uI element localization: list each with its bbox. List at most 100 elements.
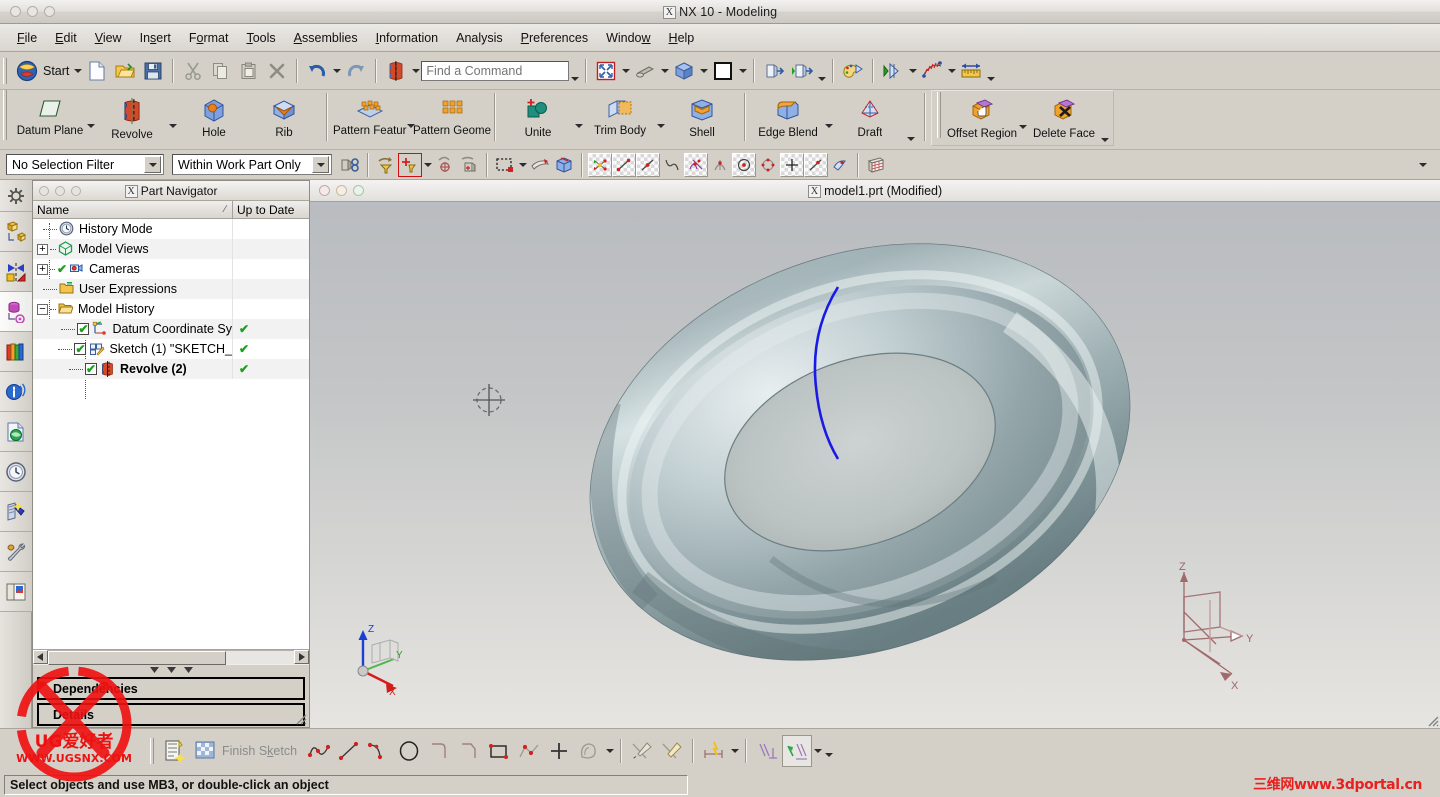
menu-format[interactable]: Format [180,28,238,48]
feature-checkbox[interactable]: ✔ [77,323,90,335]
snap-quadrant-icon[interactable] [756,153,780,177]
menu-preferences[interactable]: Preferences [512,28,597,48]
show-constraints-caret-icon[interactable] [812,737,823,765]
panel-resize-grip[interactable] [293,711,307,725]
show-hide-group-caret-icon[interactable] [816,57,827,85]
rectangle-selection-caret-icon[interactable] [517,153,528,177]
reuse-library-tab[interactable] [0,332,32,372]
menu-information[interactable]: Information [367,28,448,48]
rectangle-selection-icon[interactable] [493,153,517,177]
fillet-button[interactable] [424,735,454,767]
constraint-navigator-tab[interactable] [0,252,32,292]
show-constraints-button[interactable] [782,734,813,767]
trim-body-button[interactable]: Trim Body [585,91,655,147]
shell-button[interactable]: Shell [667,91,737,147]
orient-view-caret-icon[interactable] [659,57,670,85]
snap-midpoint-icon[interactable] [636,152,660,177]
graphics-canvas[interactable]: Z Y X Z Y X [310,202,1440,728]
snap-point-on-curve-icon[interactable] [804,152,828,177]
selection-scope-caret-icon[interactable] [312,156,329,173]
clip-section-icon[interactable] [879,57,907,85]
rapid-dimension-caret-icon[interactable] [729,737,740,765]
graphics-resize-grip[interactable] [1425,713,1439,727]
point-constructor-icon[interactable] [433,153,457,177]
feature-checkbox[interactable]: ✔ [85,363,97,375]
snap-grid-point-icon[interactable] [864,153,888,177]
snap-enable-all-icon[interactable] [588,152,612,177]
delete-face-caret-icon[interactable] [1099,92,1111,148]
quick-trim-button[interactable] [627,735,657,767]
find-command-caret-icon[interactable] [569,57,580,85]
face-finder-icon[interactable] [457,153,481,177]
sketch-toolbar-grip[interactable] [150,737,157,764]
toolbar-grip[interactable] [3,57,10,84]
table-row[interactable]: + ✔ Cameras [33,259,309,279]
rectangle-button[interactable] [484,735,514,767]
snap-control-point-icon[interactable] [660,153,684,177]
clip-section-caret-icon[interactable] [907,57,918,85]
arc-button[interactable] [364,735,394,767]
studio-spline-button[interactable] [304,735,334,767]
part-navigator-tree[interactable]: History Mode + Model Views + ✔ Cameras U… [33,219,309,649]
hd3d-tools-tab[interactable] [0,372,32,412]
show-hide-icon[interactable] [760,57,788,85]
start-menu-icon[interactable] [13,57,41,85]
table-row[interactable]: ✔ Datum Coordinate Sy ✔ [33,319,309,339]
pattern-geometry-button[interactable]: Pattern Geometry [413,91,491,147]
revolve-caret-icon[interactable] [167,91,179,147]
find-command-input[interactable] [421,60,570,81]
web-browser-tab[interactable] [0,412,32,452]
fit-view-icon[interactable] [592,57,620,85]
offset-region-button[interactable]: Offset Region [947,92,1017,148]
hscroll-thumb[interactable] [48,651,226,665]
table-row[interactable]: + Model Views [33,239,309,259]
edge-blend-caret-icon[interactable] [823,91,835,147]
selection-toolbar-overflow-caret-icon[interactable] [1417,153,1428,177]
undo-icon[interactable] [303,57,331,85]
table-row[interactable]: − Model History [33,299,309,319]
menu-view[interactable]: View [86,28,131,48]
menu-tools[interactable]: Tools [237,28,284,48]
finish-sketch-button[interactable] [190,735,220,767]
unite-button[interactable]: Unite [503,91,573,147]
revolve-quick-icon[interactable] [382,57,410,85]
datum-plane-caret-icon[interactable] [85,91,97,147]
scroll-left-arrow-icon[interactable] [33,650,48,664]
snap-circle-center-icon[interactable] [732,152,756,177]
details-panel[interactable]: Details [37,703,305,726]
feature-checkbox[interactable]: ✔ [74,343,87,355]
table-row[interactable]: User Expressions [33,279,309,299]
menu-analysis[interactable]: Analysis [447,28,512,48]
sketch-toolbar-overflow-caret-icon[interactable] [823,737,834,765]
offset-curve-caret-icon[interactable] [604,737,615,765]
copy-icon[interactable] [207,57,235,85]
tree-expander-minus[interactable]: − [37,303,48,315]
paste-icon[interactable] [235,57,263,85]
revolve-button[interactable]: Revolve [97,91,167,147]
tree-expander-plus[interactable]: + [37,263,48,275]
snap-end-point-icon[interactable] [612,152,636,177]
snap-point-toggle-icon[interactable] [398,152,422,177]
datum-plane-button[interactable]: Datum Plane [15,91,85,147]
finish-sketch-label[interactable]: Finish Sketch [220,744,304,758]
sketch-in-task-env-button[interactable] [160,735,190,767]
undo-dropdown-caret-icon[interactable] [331,57,342,85]
selection-priority-icon[interactable] [338,153,362,177]
history-tab[interactable] [0,452,32,492]
point-button[interactable] [544,735,574,767]
edit-object-display-icon[interactable] [839,57,867,85]
sync-group-grip[interactable] [937,92,944,138]
pattern-feature-caret-icon[interactable] [405,91,417,147]
keep-selected-icon[interactable] [374,153,398,177]
cut-icon[interactable] [179,57,207,85]
draft-caret-icon[interactable] [905,91,917,147]
unite-caret-icon[interactable] [573,91,585,147]
roles-tab[interactable] [0,572,32,612]
profile-button[interactable] [514,735,544,767]
quick-extend-button[interactable] [657,735,687,767]
menu-help[interactable]: Help [660,28,704,48]
fit-view-caret-icon[interactable] [620,57,631,85]
hole-button[interactable]: Hole [179,91,249,147]
rib-button[interactable]: Rib [249,91,319,147]
background-color-caret-icon[interactable] [737,57,748,85]
